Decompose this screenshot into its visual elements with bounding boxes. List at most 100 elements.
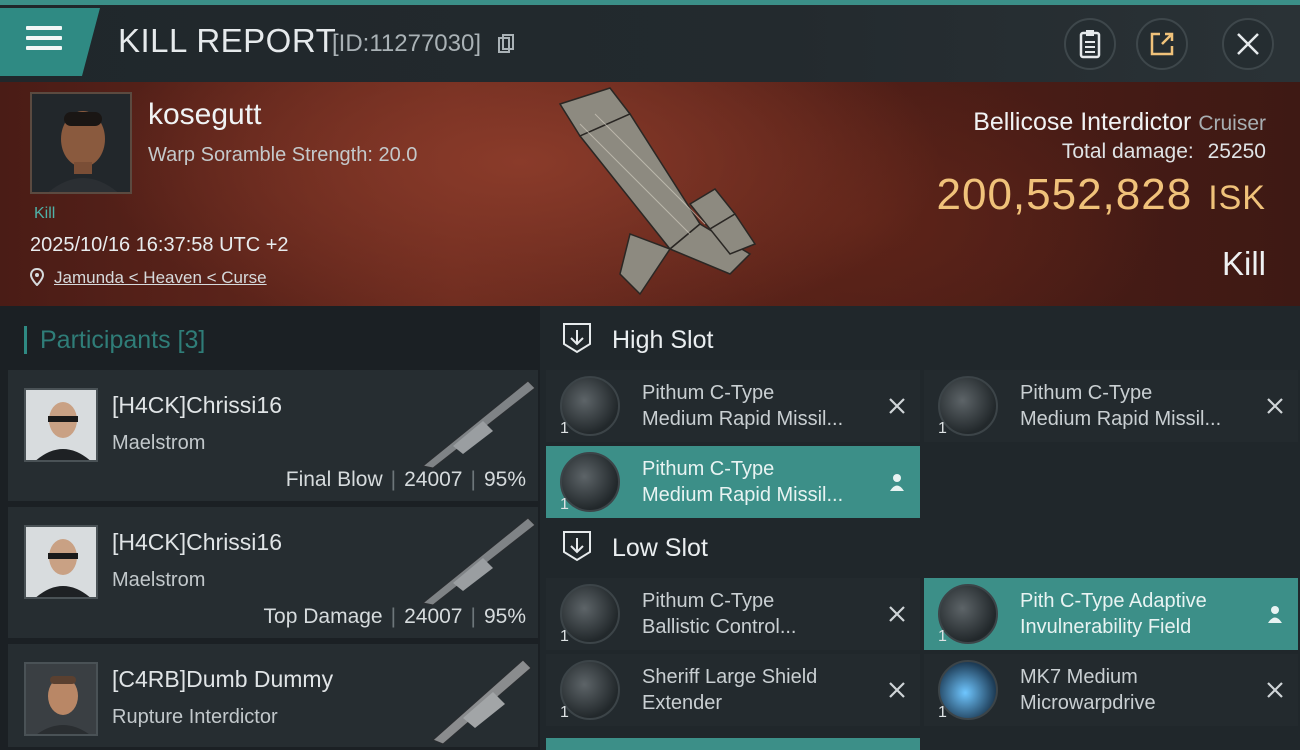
participant-name: [H4CK]Chrissi16 (112, 529, 282, 555)
isk-unit: ISK (1208, 179, 1266, 217)
participant-row[interactable]: [H4CK]Chrissi16 Maelstrom Final Blow | 240… (8, 370, 538, 504)
item-name-line1: MK7 Medium (1020, 666, 1138, 688)
header-accent-line (0, 0, 1300, 5)
participant-role: Top Damage (263, 605, 383, 628)
item-quantity: 1 (938, 420, 947, 437)
victim-ship-image (558, 87, 757, 296)
participant-avatar (24, 525, 98, 599)
fitting-item[interactable]: 1 Pithum C-Type Medium Rapid Missil... (546, 370, 920, 442)
participant-percent: 95% (483, 468, 526, 491)
participant-name: [H4CK]Chrissi16 (112, 392, 282, 418)
low-slot-icon (563, 531, 591, 562)
copy-icon[interactable] (498, 34, 514, 54)
item-name-line2: Medium Rapid Missil... (1020, 408, 1222, 430)
shield-hardener-icon (938, 584, 998, 644)
item-name-line2: Invulnerability Field (1020, 616, 1192, 638)
microwarpdrive-icon (938, 660, 998, 720)
missile-launcher-icon (560, 376, 620, 436)
total-damage-value: 25250 (1207, 140, 1266, 163)
clipboard-button[interactable] (1064, 18, 1116, 70)
close-button[interactable] (1222, 18, 1274, 70)
participant-percent: 95% (483, 605, 526, 628)
item-quantity: 1 (560, 628, 569, 645)
item-name-line1: Pithum C-Type (642, 590, 775, 612)
warp-scramble-strength: Warp Soramble Strength: 20.0 (148, 144, 418, 166)
fitting-item[interactable]: 1 Pithum C-Type Medium Rapid Missil... (546, 446, 920, 518)
participant-portrait (26, 664, 96, 734)
kill-tag: Kill (34, 205, 56, 222)
dropped-person-icon (890, 474, 904, 491)
page-title: KILL REPORT (118, 22, 337, 59)
total-damage: Total damage: 25250 (1062, 140, 1266, 164)
close-icon (1237, 33, 1259, 55)
item-name-line2: Microwarpdrive (1020, 692, 1156, 714)
kill-datetime: 2025/10/16 16:37:58 UTC +2 (30, 234, 289, 256)
destroyed-x-icon (1267, 398, 1283, 414)
clipboard-icon (1079, 30, 1101, 59)
participant-portrait (26, 527, 96, 597)
fitting-item[interactable]: 1 Pithum C-Type Ballistic Control... (546, 578, 920, 650)
item-quantity: 1 (938, 704, 947, 721)
kill-id: [ID:11277030] (332, 30, 482, 57)
total-damage-label: Total damage: (1061, 140, 1194, 163)
participant-stats: Top Damage | 24007 | 95% (263, 605, 526, 628)
share-icon (1150, 32, 1174, 56)
missile-launcher-icon (560, 452, 620, 512)
item-name-line1: Pithum C-Type (642, 382, 775, 404)
victim-portrait[interactable] (30, 92, 132, 194)
participant-avatar: i (24, 662, 98, 736)
high-slot-header: High Slot (612, 326, 714, 354)
item-quantity: 1 (560, 704, 569, 721)
fitting-item[interactable]: 1 Pith C-Type Adaptive Invulnerability F… (924, 578, 1298, 650)
participant-avatar (24, 388, 98, 462)
item-quantity: 1 (560, 420, 569, 437)
location-pin-icon (30, 268, 44, 286)
victim-ship[interactable]: Bellicose Interdictor Cruiser (973, 108, 1266, 137)
fitting-item[interactable]: 1 Pithum C-Type Medium Rapid Missil... (924, 370, 1298, 442)
fitting-item[interactable]: 1 MK7 Medium Microwarpdrive (924, 654, 1298, 726)
participants-header: Participants [3] (40, 326, 206, 354)
dropped-person-icon (1268, 606, 1282, 623)
destroyed-x-icon (1267, 682, 1283, 698)
location-link[interactable]: Jamunda < Heaven < Curse (54, 268, 267, 288)
participant-ship: Maelstrom (112, 569, 206, 591)
item-name-line2: Ballistic Control... (642, 616, 797, 638)
ballistic-control-icon (560, 584, 620, 644)
item-name-line2: Medium Rapid Missil... (642, 408, 844, 430)
ship-name: Bellicose Interdictor (973, 108, 1192, 136)
destroyed-x-icon (889, 682, 905, 698)
low-slot-header: Low Slot (612, 534, 708, 562)
missile-launcher-icon (938, 376, 998, 436)
participant-damage: 24007 (404, 468, 463, 491)
fitting-item[interactable]: 1 Sheriff Large Shield Extender (546, 654, 920, 726)
fitting-item-partial[interactable] (546, 738, 920, 750)
pilot-portrait-image (32, 94, 130, 192)
victim-name[interactable]: kosegutt (148, 98, 261, 132)
item-name-line2: Medium Rapid Missil... (642, 484, 844, 506)
participant-row[interactable]: [H4CK]Chrissi16 Maelstrom Top Damage | 240… (8, 507, 538, 641)
isk-amount: 200,552,828 (936, 170, 1193, 219)
participant-ship-image (421, 380, 536, 469)
participant-role: Final Blow (285, 468, 383, 491)
item-name-line1: Pith C-Type Adaptive (1020, 590, 1207, 612)
participant-row[interactable]: i [C4RB]Dumb Dummy Rupture Interdictor (8, 644, 538, 750)
kill-result: Kill (1221, 245, 1266, 282)
participant-ship-image (432, 659, 532, 745)
participant-stats: Final Blow | 24007 | 95% (285, 468, 526, 491)
item-name-line1: Pithum C-Type (1020, 382, 1153, 404)
participant-ship: Rupture Interdictor (112, 706, 278, 728)
destroyed-x-icon (889, 606, 905, 622)
participant-ship: Maelstrom (112, 432, 206, 454)
hamburger-menu-icon[interactable] (26, 26, 62, 54)
participant-name: [C4RB]Dumb Dummy (112, 666, 334, 692)
item-quantity: 1 (938, 628, 947, 645)
participant-portrait (26, 390, 96, 460)
high-slot-icon (563, 323, 591, 354)
item-quantity: 1 (560, 496, 569, 513)
share-button[interactable] (1136, 18, 1188, 70)
participants-accent (24, 326, 27, 354)
isk-value: 200,552,828 ISK (937, 170, 1267, 220)
item-name-line1: Sheriff Large Shield (642, 666, 818, 688)
ship-class: Cruiser (1198, 112, 1266, 135)
header-bar: KILL REPORT [ID:11277030] (0, 0, 1300, 82)
